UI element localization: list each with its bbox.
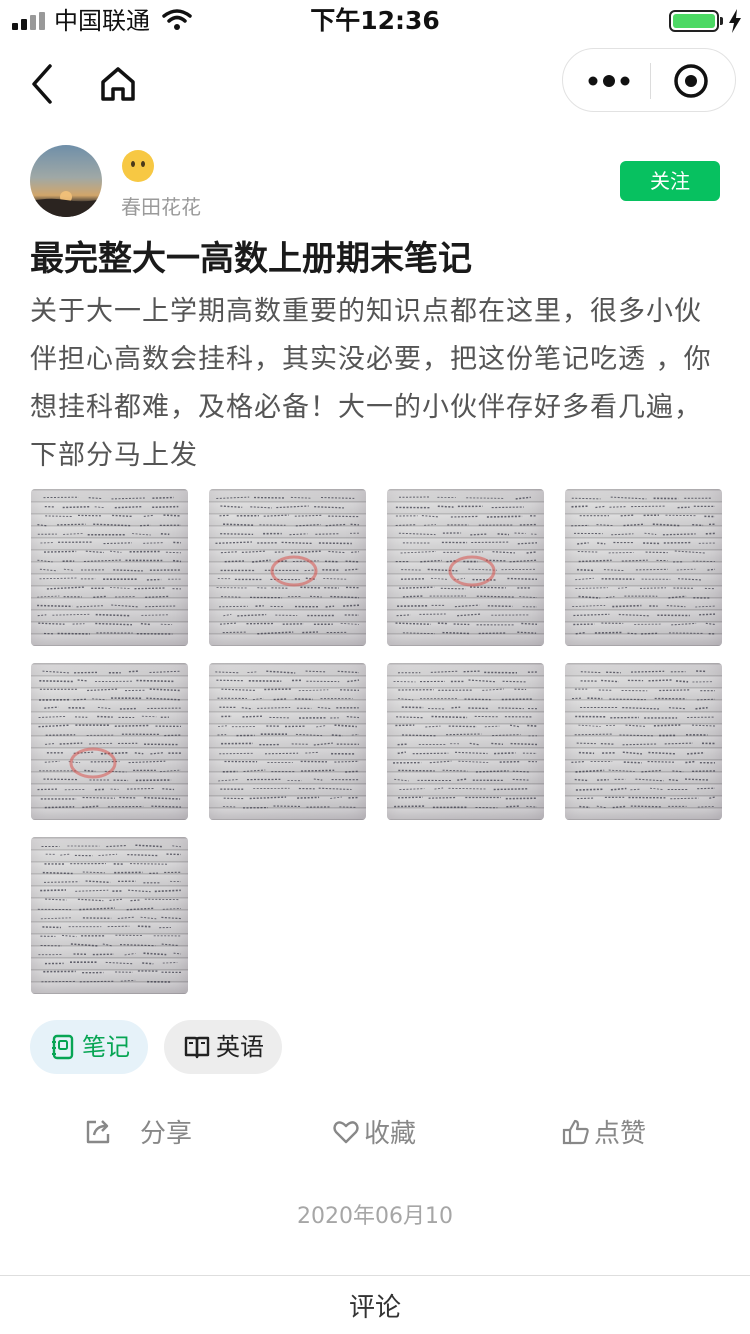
author-emoji bbox=[121, 149, 155, 183]
charging-bolt-icon bbox=[729, 9, 741, 33]
notebook-icon bbox=[52, 1034, 74, 1060]
note-image-thumbnail[interactable] bbox=[565, 663, 722, 820]
home-icon[interactable] bbox=[96, 62, 140, 106]
share-icon bbox=[86, 1120, 110, 1144]
author-name[interactable]: 春田花花 bbox=[121, 193, 201, 221]
like-label: 点赞 bbox=[594, 1119, 647, 1149]
comment-bar[interactable]: 评论 bbox=[0, 1275, 750, 1334]
thumbs-up-icon bbox=[562, 1119, 589, 1145]
tag-english[interactable]: 英语 bbox=[164, 1020, 282, 1074]
note-image-thumbnail[interactable] bbox=[31, 663, 188, 820]
note-image-thumbnail[interactable] bbox=[209, 663, 366, 820]
note-image-thumbnail[interactable] bbox=[31, 837, 188, 994]
more-dots-icon[interactable] bbox=[585, 67, 633, 95]
note-image-thumbnail[interactable] bbox=[209, 489, 366, 646]
handwriting-scribble bbox=[392, 670, 538, 809]
handwriting-scribble bbox=[395, 496, 538, 635]
tag-note-label: 笔记 bbox=[82, 1033, 130, 1061]
handwriting-scribble bbox=[37, 670, 182, 809]
battery-level-fill bbox=[673, 14, 715, 28]
sunset-avatar-image bbox=[30, 191, 102, 217]
post-date: 2020年06月10 bbox=[297, 1204, 453, 1229]
status-bar: 中国联通 下午12:36 bbox=[0, 0, 750, 40]
note-image-thumbnail[interactable] bbox=[565, 489, 722, 646]
note-image-thumbnail[interactable] bbox=[387, 489, 544, 646]
post-title: 最完整大一高数上册期末笔记 bbox=[30, 239, 472, 279]
handwriting-scribble bbox=[571, 670, 716, 809]
handwriting-scribble bbox=[37, 496, 182, 635]
book-open-icon bbox=[184, 1036, 210, 1059]
favorite-label: 收藏 bbox=[364, 1119, 417, 1149]
mini-program-capsule bbox=[562, 48, 736, 112]
note-image-thumbnail[interactable] bbox=[31, 489, 188, 646]
follow-button[interactable]: 关注 bbox=[620, 161, 720, 201]
capsule-divider bbox=[650, 63, 651, 99]
heart-icon bbox=[333, 1121, 359, 1144]
battery-icon bbox=[669, 10, 719, 32]
handwriting-scribble bbox=[571, 496, 716, 635]
handwriting-scribble bbox=[37, 844, 182, 983]
author-avatar[interactable] bbox=[30, 145, 102, 217]
face-without-mouth-icon bbox=[122, 150, 154, 182]
tag-english-label: 英语 bbox=[216, 1033, 264, 1061]
navigation-bar bbox=[0, 40, 750, 126]
target-close-icon[interactable] bbox=[673, 63, 709, 99]
chevron-left-icon[interactable] bbox=[24, 62, 64, 106]
battery-nub bbox=[720, 17, 723, 25]
share-label: 分享 bbox=[140, 1119, 193, 1149]
note-image-thumbnail[interactable] bbox=[387, 663, 544, 820]
comment-label: 评论 bbox=[348, 1293, 401, 1323]
tag-note[interactable]: 笔记 bbox=[30, 1020, 148, 1074]
post-description: 关于大一上学期高数重要的知识点都在这里，很多小伙伴担心高数会挂科，其实没必要，把… bbox=[30, 296, 712, 471]
status-time: 下午12:36 bbox=[310, 6, 440, 35]
handwriting-scribble bbox=[215, 670, 360, 809]
handwriting-scribble bbox=[215, 496, 360, 635]
